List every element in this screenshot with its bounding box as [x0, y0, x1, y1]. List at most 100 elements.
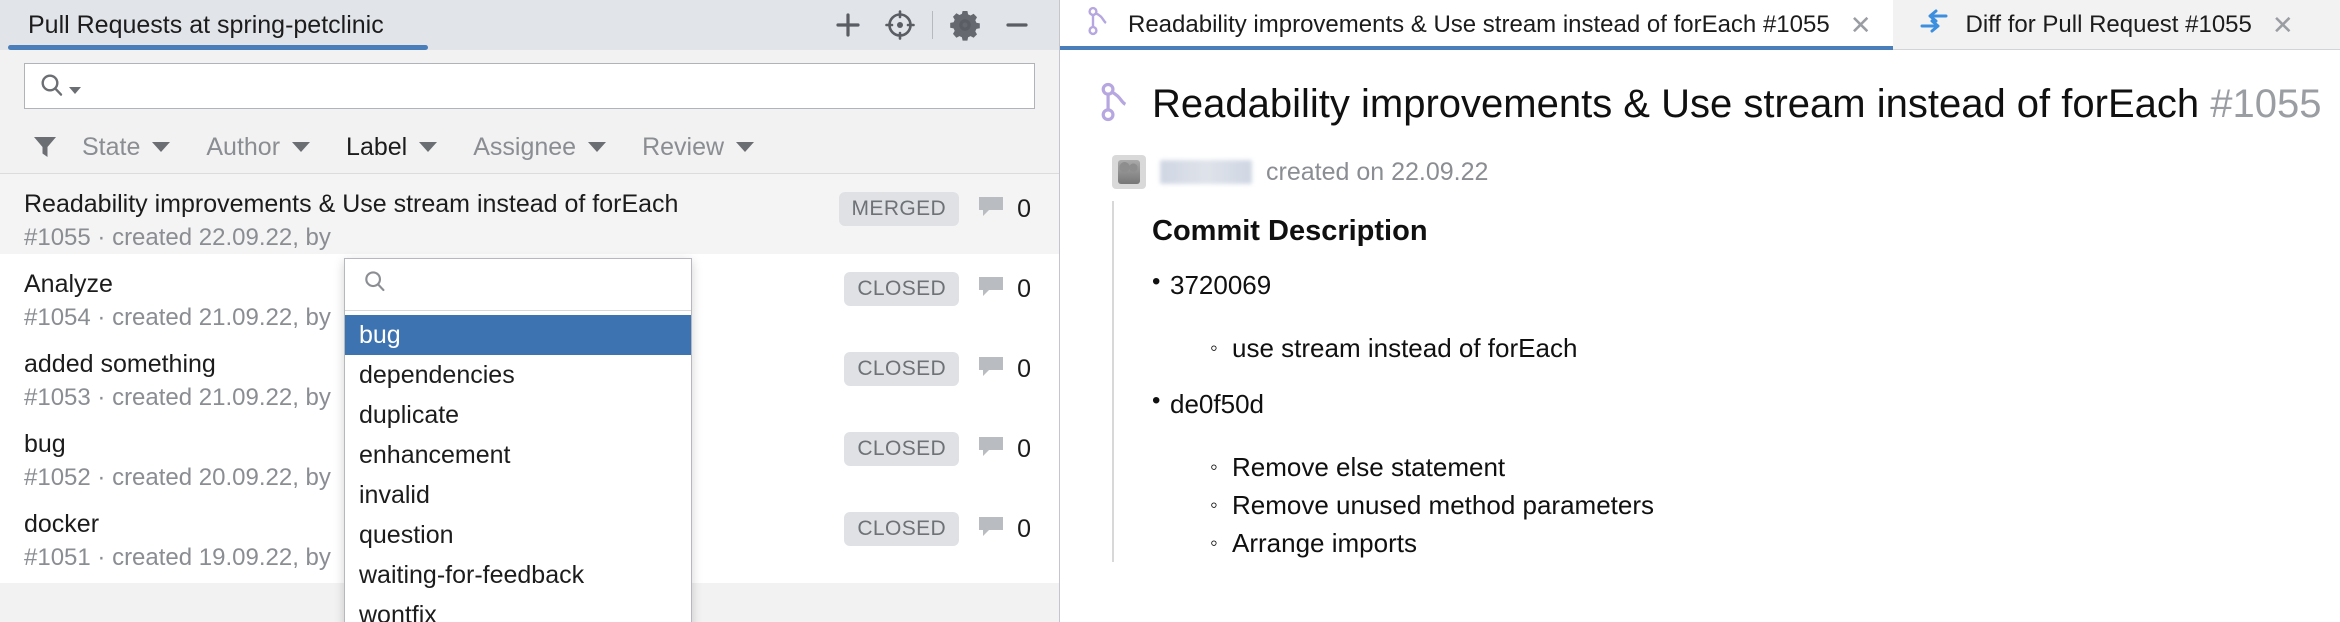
list-item[interactable]: duplicate — [345, 395, 691, 435]
comment-icon — [977, 515, 1005, 544]
comment-icon — [977, 435, 1005, 464]
chevron-down-icon — [588, 142, 606, 152]
filter-review[interactable]: Review — [642, 133, 754, 162]
chevron-down-icon — [736, 142, 754, 152]
pull-request-meta: CLOSED 0 — [844, 508, 1031, 546]
pull-request-meta: CLOSED 0 — [844, 268, 1031, 306]
search-icon — [37, 71, 81, 101]
add-icon[interactable] — [822, 0, 874, 50]
tab-pull-requests[interactable]: Pull Requests at spring-petclinic — [0, 0, 414, 50]
label-filter-dropdown: bug dependencies duplicate enhancement i… — [344, 258, 692, 622]
pull-request-title: Readability improvements & Use stream in… — [24, 188, 839, 220]
left-panel-body: State Author Label Assignee Review — [0, 50, 1059, 622]
pull-request-title-text: Readability improvements & Use stream in… — [1152, 82, 2199, 126]
search-chevron-down-icon[interactable] — [69, 87, 81, 94]
pull-request-author-row: created on 22.09.22 — [1112, 155, 2340, 189]
tab-diff[interactable]: Diff for Pull Request #1055 ✕ — [1893, 0, 2315, 49]
label-option-list: bug dependencies duplicate enhancement i… — [345, 311, 691, 622]
commit-description-block: Commit Description 3720069 use stream in… — [1112, 201, 2340, 562]
filter-state[interactable]: State — [82, 133, 170, 162]
minimize-icon[interactable] — [991, 0, 1043, 50]
commit-hash: de0f50d — [1152, 389, 2340, 420]
author-name-redacted — [1160, 160, 1252, 184]
label-option-label: duplicate — [359, 401, 459, 430]
comment-count: 0 — [977, 195, 1031, 224]
spacer — [1152, 426, 2340, 448]
list-item[interactable]: waiting-for-feedback — [345, 555, 691, 595]
chevron-down-icon — [152, 142, 170, 152]
list-item[interactable]: enhancement — [345, 435, 691, 475]
filter-review-label: Review — [642, 133, 724, 162]
pull-request-detail-panel: Readability improvements & Use stream in… — [1060, 0, 2340, 622]
pull-request-info: Readability improvements & Use stream in… — [24, 188, 839, 254]
comment-count-value: 0 — [1017, 515, 1031, 544]
status-badge: CLOSED — [844, 272, 959, 306]
table-row[interactable]: Readability improvements & Use stream in… — [0, 174, 1059, 254]
search-icon — [361, 268, 389, 301]
filter-author[interactable]: Author — [206, 133, 310, 162]
comment-count-value: 0 — [1017, 275, 1031, 304]
tab-pull-request-detail[interactable]: Readability improvements & Use stream in… — [1060, 0, 1893, 49]
label-option-label: wontfix — [359, 601, 437, 622]
commit-hash: 3720069 — [1152, 270, 2340, 301]
right-panel-tabbar: Readability improvements & Use stream in… — [1060, 0, 2340, 50]
filter-assignee-label: Assignee — [473, 133, 576, 162]
commit-change: Remove else statement — [1152, 448, 2340, 486]
chevron-down-icon — [292, 142, 310, 152]
commit-change: use stream instead of forEach — [1152, 329, 2340, 367]
pull-request-content: Readability improvements & Use stream in… — [1060, 50, 2340, 622]
commit-change: Remove unused method parameters — [1152, 486, 2340, 524]
target-icon[interactable] — [874, 0, 926, 50]
pull-request-meta: CLOSED 0 — [844, 348, 1031, 386]
search-row — [0, 50, 1059, 121]
avatar — [1112, 155, 1146, 189]
label-option-label: bug — [359, 321, 401, 350]
pull-request-meta: MERGED 0 — [839, 188, 1031, 226]
status-badge: CLOSED — [844, 432, 959, 466]
gear-icon[interactable] — [939, 0, 991, 50]
commit-list: 3720069 use stream instead of forEach de… — [1152, 270, 2340, 562]
pull-request-subtitle: #1055 · created 22.09.22, by — [24, 222, 839, 254]
page-title: Readability improvements & Use stream in… — [1100, 80, 2340, 129]
filter-assignee[interactable]: Assignee — [473, 133, 606, 162]
filter-bar: State Author Label Assignee Review — [0, 121, 1059, 173]
spacer — [1152, 367, 2340, 389]
label-option-label: waiting-for-feedback — [359, 561, 584, 590]
comment-count-value: 0 — [1017, 195, 1031, 224]
list-item[interactable]: question — [345, 515, 691, 555]
pull-request-meta: CLOSED 0 — [844, 428, 1031, 466]
comment-count: 0 — [977, 515, 1031, 544]
left-panel-toolbar — [822, 0, 1059, 50]
chevron-down-icon — [419, 142, 437, 152]
close-icon[interactable]: ✕ — [1850, 12, 1872, 38]
list-item[interactable]: wontfix — [345, 595, 691, 622]
list-item[interactable]: invalid — [345, 475, 691, 515]
toolbar-separator — [932, 11, 933, 39]
pull-requests-panel: Pull Requests at spring-petclinic — [0, 0, 1060, 622]
label-option-label: question — [359, 521, 454, 550]
spacer — [1152, 307, 2340, 329]
label-option-label: dependencies — [359, 361, 515, 390]
filter-author-label: Author — [206, 133, 280, 162]
status-badge: CLOSED — [844, 352, 959, 386]
comment-count: 0 — [977, 275, 1031, 304]
filter-label[interactable]: Label — [346, 133, 437, 162]
tab-diff-label: Diff for Pull Request #1055 — [1965, 11, 2251, 39]
label-search-input[interactable] — [345, 259, 691, 311]
list-item[interactable]: bug — [345, 315, 691, 355]
pull-request-icon — [1086, 6, 1112, 43]
search-input[interactable] — [24, 63, 1035, 109]
filter-state-label: State — [82, 133, 140, 162]
status-badge: CLOSED — [844, 512, 959, 546]
pull-request-number: #1055 — [2210, 82, 2321, 126]
list-item[interactable]: dependencies — [345, 355, 691, 395]
filter-icon[interactable] — [30, 132, 60, 162]
comment-icon — [977, 275, 1005, 304]
left-panel-tabbar: Pull Requests at spring-petclinic — [0, 0, 1059, 50]
comment-icon — [977, 355, 1005, 384]
comment-icon — [977, 195, 1005, 224]
application-window: Pull Requests at spring-petclinic — [0, 0, 2340, 622]
close-icon[interactable]: ✕ — [2272, 12, 2294, 38]
status-badge: MERGED — [839, 192, 960, 226]
tab-pull-requests-label: Pull Requests at spring-petclinic — [28, 11, 384, 40]
